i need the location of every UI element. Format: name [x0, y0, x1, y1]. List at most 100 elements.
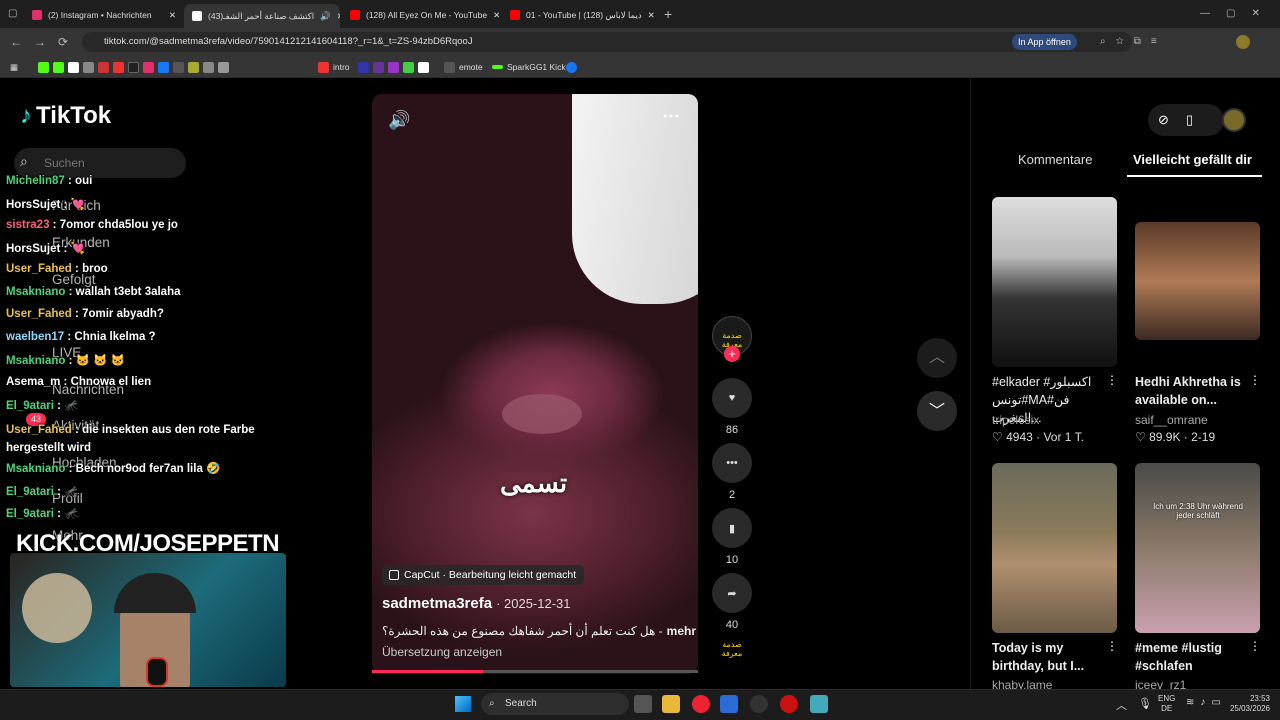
taskbar-search[interactable]: ⌕ Search: [481, 693, 629, 715]
card-menu-icon[interactable]: ⋮: [1106, 639, 1118, 653]
close-icon[interactable]: ✕: [648, 10, 655, 21]
obs-icon[interactable]: [780, 695, 798, 713]
card-4-title[interactable]: #meme #lustig #schlafen: [1135, 639, 1250, 675]
tiktok-logo[interactable]: ♪ TikTok: [20, 102, 111, 130]
file-explorer-icon[interactable]: [662, 695, 680, 713]
description-text: هل كنت تعلم أن أحمر شفاهك مصنوع من هذه ا…: [382, 624, 663, 638]
compass-icon[interactable]: ⊘: [1158, 112, 1169, 128]
progress-track[interactable]: [372, 670, 698, 673]
chat-message: User_Fahed : 7omir abyadh?: [6, 308, 164, 320]
tab-youtube-2[interactable]: 01 - YouTube | (128) ديما لاباس ✕: [502, 4, 658, 26]
more-link[interactable]: mehr: [667, 624, 696, 638]
capcut-badge[interactable]: CapCut · Bearbeitung leicht gemacht: [382, 565, 585, 585]
chat-text: 💘: [70, 199, 85, 211]
word-icon[interactable]: [720, 695, 738, 713]
video-card-3[interactable]: [992, 463, 1117, 633]
tab-tiktok[interactable]: اكتشف صناعة أحمر الشفـ(43) 🔊 ✕: [184, 4, 340, 28]
task-view-icon[interactable]: [634, 695, 652, 713]
chat-username: HorsSujet: [6, 199, 61, 211]
windows-start-icon[interactable]: [455, 696, 471, 712]
card-menu-icon[interactable]: ⋮: [1106, 373, 1118, 387]
tray-chevron-icon[interactable]: ︿: [1116, 697, 1127, 713]
tab-suggested[interactable]: Vielleicht gefällt dir: [1133, 152, 1252, 167]
bookmark-spark[interactable]: SparkGG1 Kick: [492, 60, 566, 74]
card-3-title[interactable]: Today is my birthday, but I...: [992, 639, 1107, 675]
video-description: هل كنت تعلم أن أحمر شفاهك مصنوع من هذه ا…: [382, 624, 696, 638]
profile-avatar[interactable]: [1236, 35, 1250, 49]
video-card-1[interactable]: [992, 197, 1117, 367]
card-3-user[interactable]: khaby.lame: [992, 678, 1052, 689]
chat-separator: :: [53, 508, 65, 520]
meta-icon[interactable]: [566, 60, 577, 74]
bookmark-intro[interactable]: intro: [318, 60, 350, 74]
taskbar-search-label: Search: [505, 698, 537, 709]
chat-separator: :: [71, 308, 83, 320]
app-icon[interactable]: [750, 695, 768, 713]
close-icon[interactable]: ✕: [493, 10, 500, 21]
share-button[interactable]: ➦ 40: [712, 573, 752, 631]
card-4-user[interactable]: iceev_rz1: [1135, 678, 1186, 689]
bookmark-icons[interactable]: [38, 60, 229, 74]
bookmark-label: intro: [333, 62, 350, 72]
user-avatar[interactable]: [1222, 108, 1246, 132]
bookmark-emote[interactable]: emote: [444, 60, 483, 74]
chat-separator: :: [53, 486, 65, 498]
instagram-icon: [32, 10, 42, 20]
card-2-title[interactable]: Hedhi Akhretha is available on...: [1135, 373, 1250, 409]
notepad-icon[interactable]: [810, 695, 828, 713]
video-author[interactable]: sadmetma3refa: [382, 595, 492, 612]
tab-instagram[interactable]: (2) Instagram • Nachrichten ✕: [24, 4, 184, 26]
music-disc[interactable]: صدمة معرفة: [712, 640, 752, 674]
chat-message: waelben17 : Chnia lkelma ?: [6, 331, 156, 343]
chat-message: HorsSujet : 💘: [6, 241, 85, 255]
apps-icon[interactable]: ▦: [10, 60, 18, 74]
chat-username: HorsSujet: [6, 243, 61, 255]
speaker-icon[interactable]: 🔊: [320, 11, 331, 22]
kick-url-text: KICK.COM/JOSEPPETN: [16, 530, 280, 557]
language-indicator[interactable]: ENG DE: [1158, 694, 1175, 714]
chat-text: broo: [82, 263, 108, 275]
chevron-down-icon[interactable]: ﹀: [917, 391, 957, 431]
search-input[interactable]: ⌕ Suchen: [14, 148, 186, 178]
lang-primary: ENG: [1158, 694, 1176, 703]
card-2-user[interactable]: saif__omrane: [1135, 413, 1208, 427]
youtube-icon: [510, 10, 520, 20]
close-icon[interactable]: ✕: [337, 11, 340, 22]
chat-separator: :: [60, 376, 71, 388]
nav-buttons[interactable]: ←→⟳: [10, 35, 80, 49]
chat-username: User_Fahed: [6, 424, 72, 436]
card-menu-icon[interactable]: ⋮: [1249, 373, 1261, 387]
chevron-up-icon[interactable]: ︿: [917, 338, 957, 378]
bookmark-icons-2[interactable]: [358, 60, 429, 74]
follow-plus-icon[interactable]: +: [724, 346, 740, 362]
tray-network-sound-icons[interactable]: ≋♪▭: [1186, 697, 1227, 708]
chat-text: 💘: [70, 243, 85, 255]
clock[interactable]: 23:53 25/03/2026: [1226, 694, 1270, 714]
more-options-icon[interactable]: ⋯: [662, 106, 680, 127]
chat-message: Msakniano : Bech nor9od fer7an lila 🤣: [6, 461, 220, 475]
comment-button[interactable]: ••• 2: [712, 443, 752, 501]
volume-icon[interactable]: 🔊: [388, 110, 410, 131]
url-field[interactable]: tiktok.com/@sadmetma3refa/video/75901412…: [82, 32, 1132, 52]
open-in-app-button[interactable]: In App öffnen: [1012, 34, 1077, 50]
microphone-tray-icon[interactable]: 🎙: [1138, 697, 1152, 710]
phone-icon[interactable]: ▯: [1186, 112, 1193, 128]
translate-link[interactable]: Übersetzung anzeigen: [382, 645, 502, 659]
card-menu-icon[interactable]: ⋮: [1249, 639, 1261, 653]
toolbar-icons[interactable]: ⌕☆⧉≡: [1100, 36, 1167, 47]
video-player[interactable]: [372, 94, 698, 674]
youtube-icon: [350, 10, 360, 20]
video-card-2[interactable]: [1135, 222, 1260, 340]
card-1-user[interactable]: tripel6six: [992, 413, 1039, 427]
chrome-icon[interactable]: [692, 695, 710, 713]
close-icon[interactable]: ✕: [169, 10, 176, 21]
tab-menu-icon[interactable]: ▢: [8, 8, 17, 19]
tab-youtube-1[interactable]: (128) All Eyez On Me - YouTube ✕: [342, 4, 500, 26]
video-card-4[interactable]: [1135, 463, 1260, 633]
like-button[interactable]: ♥ 86: [712, 378, 752, 436]
chat-username: User_Fahed: [6, 308, 72, 320]
save-button[interactable]: ▮ 10: [712, 508, 752, 566]
tab-comments[interactable]: Kommentare: [1018, 152, 1092, 167]
window-controls[interactable]: —▢✕: [1200, 8, 1276, 19]
new-tab-button[interactable]: +: [664, 6, 672, 22]
